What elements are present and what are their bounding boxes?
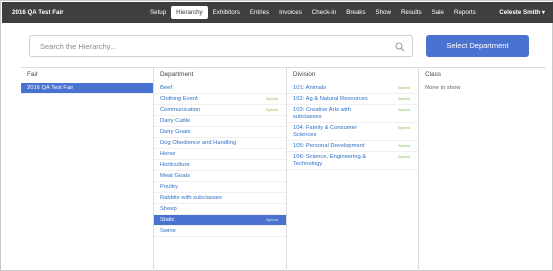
fair-item[interactable]: 2016 QA Test Fair [21, 83, 153, 94]
synced-badge: Synced [266, 108, 278, 112]
nav-entries[interactable]: Entries [245, 6, 274, 19]
division-item[interactable]: 106: Science, Engineering & Technology Sy… [287, 152, 418, 170]
select-department-button[interactable]: Select Department [426, 35, 529, 57]
department-item[interactable]: Swine [154, 226, 286, 237]
synced-badge: Synced [398, 155, 410, 159]
synced-badge: Synced [398, 144, 410, 148]
top-navigation-bar: 2016 QA Test Fair Setup Hierarchy Exhibi… [2, 2, 553, 23]
nav-invoices[interactable]: Invoices [274, 6, 307, 19]
main-nav: Setup Hierarchy Exhibitors Entries Invoi… [145, 2, 481, 23]
synced-badge: Synced [266, 97, 278, 101]
nav-hierarchy[interactable]: Hierarchy [171, 6, 208, 19]
division-label: 104: Family & Consumer Sciences [293, 125, 357, 138]
department-label: Dairy Goats [160, 129, 191, 135]
nav-breaks[interactable]: Breaks [341, 6, 370, 19]
division-list: 101: Animals Synced 102: Ag & Natural Res… [287, 83, 418, 170]
nav-show[interactable]: Show [370, 6, 395, 19]
nav-exhibitors[interactable]: Exhibitors [208, 6, 245, 19]
department-item[interactable]: Sheep [154, 204, 286, 215]
department-item[interactable]: Dairy Goats [154, 127, 286, 138]
synced-badge: Synced [398, 108, 410, 112]
synced-badge: Synced [398, 126, 410, 130]
search-input[interactable] [40, 40, 380, 53]
division-label: 106: Science, Engineering & Technology [293, 154, 367, 167]
hierarchy-search [29, 35, 413, 57]
nav-sale[interactable]: Sale [427, 6, 449, 19]
class-list: None to show [419, 83, 546, 94]
department-item[interactable]: Rabbits with subclasses [154, 193, 286, 204]
division-item[interactable]: 105: Personal Development Synced [287, 141, 418, 152]
nav-results[interactable]: Results [396, 6, 427, 19]
division-column-header: Division [293, 71, 316, 78]
division-label: 102: Ag & Natural Resources [293, 96, 368, 102]
nav-setup[interactable]: Setup [145, 6, 171, 19]
division-column: Division 101: Animals Synced 102: Ag & Na… [286, 68, 418, 271]
synced-badge: Synced [398, 86, 410, 90]
nav-reports[interactable]: Reports [449, 6, 481, 19]
department-label: Clothing Event [160, 96, 198, 102]
nav-check-in[interactable]: Check-in [307, 6, 341, 19]
division-label: 105: Personal Development [293, 143, 365, 149]
division-item[interactable]: 103: Creative Arts with subclasses Synced [287, 105, 418, 123]
class-column-header: Class [425, 71, 441, 78]
department-label: Horse [160, 151, 176, 157]
department-item[interactable]: Communication Synced [154, 105, 286, 116]
department-list: Beef Clothing Event Synced Communication S… [154, 83, 286, 237]
division-label: 101: Animals [293, 85, 327, 91]
department-item[interactable]: Meat Goats [154, 171, 286, 182]
department-label: Dog Obedience and Handling [160, 140, 237, 146]
fair-title: 2016 QA Test Fair [12, 9, 64, 16]
department-column: Department Beef Clothing Event Synced Com… [153, 68, 286, 271]
department-label: Poultry [160, 184, 179, 190]
department-item[interactable]: Dairy Cattle [154, 116, 286, 127]
synced-badge: Synced [398, 97, 410, 101]
department-label: Dairy Cattle [160, 118, 191, 124]
department-item[interactable]: Horse [154, 149, 286, 160]
department-label: Swine [160, 228, 176, 234]
fair-column-header: Fair [27, 71, 39, 78]
department-label: Horticulture [160, 162, 190, 168]
synced-badge: Synced [266, 218, 278, 222]
division-item[interactable]: 101: Animals Synced [287, 83, 418, 94]
division-item[interactable]: 104: Family & Consumer Sciences Synced [287, 123, 418, 141]
search-icon[interactable] [395, 42, 405, 52]
department-label: Meat Goats [160, 173, 190, 179]
department-label: Beef [160, 85, 172, 91]
department-item[interactable]: Poultry [154, 182, 286, 193]
class-column: Class None to show [418, 68, 546, 271]
department-label: Rabbits with subclasses [160, 195, 222, 201]
fair-column: Fair 2016 QA Test Fair [21, 68, 153, 271]
division-item[interactable]: 102: Ag & Natural Resources Synced [287, 94, 418, 105]
department-label: Static [160, 217, 175, 223]
hierarchy-columns: Fair 2016 QA Test Fair Department Beef C… [21, 67, 546, 271]
department-column-header: Department [160, 71, 194, 78]
app-window: 2016 QA Test Fair Setup Hierarchy Exhibi… [0, 0, 553, 271]
user-menu[interactable]: Celeste Smith ▾ [499, 2, 545, 23]
division-label: 103: Creative Arts with subclasses [293, 107, 351, 120]
department-item[interactable]: Dog Obedience and Handling [154, 138, 286, 149]
department-label: Communication [160, 107, 201, 113]
department-item[interactable]: Beef [154, 83, 286, 94]
department-label: Sheep [160, 206, 177, 212]
department-item-selected[interactable]: Static Synced [154, 215, 286, 226]
department-item[interactable]: Horticulture [154, 160, 286, 171]
fair-list: 2016 QA Test Fair [21, 83, 153, 94]
empty-class-message: None to show [425, 85, 461, 91]
department-item[interactable]: Clothing Event Synced [154, 94, 286, 105]
